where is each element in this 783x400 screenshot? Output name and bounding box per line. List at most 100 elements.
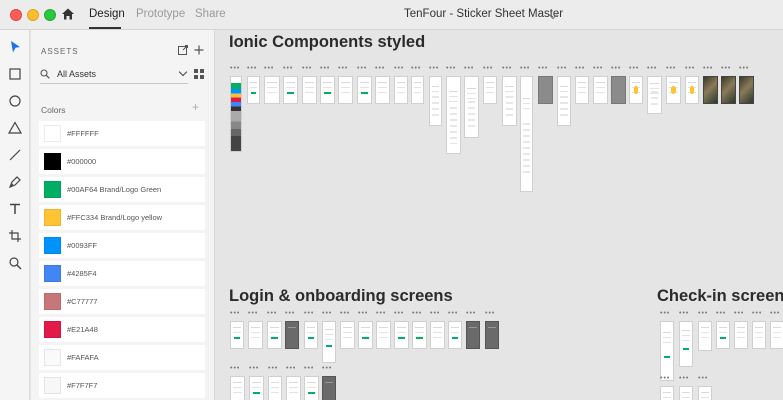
color-swatch-row[interactable]: #F7F7F7 [39, 373, 205, 398]
home-icon[interactable] [61, 7, 75, 21]
artboard-thumbnail[interactable] [429, 76, 442, 126]
artboard-thumbnail[interactable] [264, 76, 280, 104]
add-color-icon[interactable]: + [192, 100, 199, 114]
artboard-thumbnail[interactable] [230, 76, 242, 152]
artboard-thumbnail[interactable] [483, 76, 497, 104]
section-title-login[interactable]: Login & onboarding screens [229, 287, 453, 306]
color-swatch-row[interactable]: #C77777 [39, 289, 205, 314]
artboard-thumbnail[interactable] [302, 76, 317, 104]
assets-filter-select[interactable]: All Assets [40, 66, 188, 84]
add-asset-icon[interactable] [193, 44, 205, 56]
polygon-icon[interactable] [8, 121, 22, 135]
section-title-ionic[interactable]: Ionic Components styled [229, 33, 425, 52]
artboard-thumbnail[interactable] [322, 376, 336, 400]
artboard-thumbnail[interactable] [286, 376, 301, 400]
color-swatch-row[interactable]: #0093FF [39, 233, 205, 258]
artboard-thumbnail[interactable] [304, 321, 318, 349]
artboard-thumbnail[interactable] [698, 386, 712, 400]
artboard-thumbnail[interactable] [485, 321, 499, 349]
artboard-thumbnail[interactable] [247, 76, 260, 104]
artboard-thumbnail[interactable] [249, 376, 264, 400]
artboard-thumbnail[interactable] [338, 76, 353, 104]
artboard-thumbnail[interactable] [412, 321, 427, 349]
color-swatch-row[interactable]: #FAFAFA [39, 345, 205, 370]
artboard-thumbnail[interactable] [340, 321, 355, 349]
ellipse-icon[interactable] [8, 94, 22, 108]
artboard-thumbnail[interactable] [502, 76, 517, 126]
artboard-thumbnail[interactable] [358, 321, 373, 349]
artboard-thumbnail[interactable] [283, 76, 298, 104]
artboard-thumbnail[interactable] [285, 321, 299, 349]
artboard-thumbnail[interactable] [466, 321, 480, 349]
artboard-thumbnail[interactable] [660, 386, 674, 400]
color-swatch-row[interactable]: #000000 [39, 149, 205, 174]
artboard-thumbnail[interactable] [248, 321, 263, 349]
artboard-thumbnail[interactable] [538, 76, 553, 104]
line-icon[interactable] [8, 148, 22, 162]
artboard-thumbnail[interactable] [394, 76, 408, 104]
artboard-thumbnail[interactable] [629, 76, 643, 104]
artboard-thumbnail[interactable] [575, 76, 589, 104]
zoom-icon[interactable] [8, 256, 22, 270]
artboard-thumbnail[interactable] [230, 376, 245, 400]
artboard-thumbnail[interactable] [430, 321, 445, 349]
close-window-button[interactable] [10, 9, 22, 21]
artboard-icon[interactable] [8, 229, 22, 243]
pen-icon[interactable] [8, 175, 22, 189]
rectangle-icon[interactable] [8, 67, 22, 81]
color-chip[interactable] [44, 265, 61, 282]
color-chip[interactable] [44, 321, 61, 338]
artboard-thumbnail[interactable] [666, 76, 681, 104]
color-swatch-row[interactable]: #E21A48 [39, 317, 205, 342]
artboard-thumbnail[interactable] [557, 76, 571, 126]
tab-prototype[interactable]: Prototype [136, 8, 185, 20]
zoom-window-button[interactable] [44, 9, 56, 21]
artboard-thumbnail[interactable] [739, 76, 754, 104]
document-title[interactable]: TenFour - Sticker Sheet Master [404, 8, 563, 20]
minimize-window-button[interactable] [27, 9, 39, 21]
color-swatch-row[interactable]: #FFFFFF [39, 121, 205, 146]
artboard-thumbnail[interactable] [446, 76, 461, 154]
artboard-thumbnail[interactable] [611, 76, 626, 104]
artboard-thumbnail[interactable] [679, 386, 693, 400]
select-icon[interactable] [8, 40, 22, 54]
artboard-thumbnail[interactable] [770, 321, 783, 349]
artboard-thumbnail[interactable] [520, 76, 533, 192]
color-swatch-row[interactable]: #FFC334 Brand/Logo yellow [39, 205, 205, 230]
tab-design[interactable]: Design [89, 8, 125, 20]
tab-share[interactable]: Share [195, 8, 226, 20]
artboard-thumbnail[interactable] [322, 321, 336, 363]
artboard-thumbnail[interactable] [716, 321, 730, 349]
artboard-thumbnail[interactable] [375, 76, 390, 104]
artboard-thumbnail[interactable] [394, 321, 409, 349]
artboard-thumbnail[interactable] [593, 76, 608, 104]
export-library-icon[interactable] [177, 44, 189, 56]
color-chip[interactable] [44, 349, 61, 366]
artboard-thumbnail[interactable] [679, 321, 693, 367]
artboard-thumbnail[interactable] [685, 76, 699, 104]
color-chip[interactable] [44, 153, 61, 170]
color-chip[interactable] [44, 125, 61, 142]
artboard-thumbnail[interactable] [752, 321, 766, 349]
artboard-thumbnail[interactable] [376, 321, 391, 349]
artboard-thumbnail[interactable] [703, 76, 718, 104]
artboard-thumbnail[interactable] [698, 321, 712, 351]
artboard-thumbnail[interactable] [304, 376, 319, 400]
color-swatch-row[interactable]: #4285F4 [39, 261, 205, 286]
artboard-thumbnail[interactable] [448, 321, 462, 349]
artboard-thumbnail[interactable] [647, 76, 662, 114]
color-swatch-row[interactable]: #00AF64 Brand/Logo Green [39, 177, 205, 202]
color-chip[interactable] [44, 293, 61, 310]
artboard-thumbnail[interactable] [320, 76, 335, 104]
artboard-thumbnail[interactable] [268, 376, 282, 400]
artboard-thumbnail[interactable] [734, 321, 748, 349]
artboard-thumbnail[interactable] [721, 76, 736, 104]
artboard-thumbnail[interactable] [464, 76, 479, 138]
artboard-thumbnail[interactable] [357, 76, 372, 104]
color-chip[interactable] [44, 209, 61, 226]
artboard-thumbnail[interactable] [411, 76, 424, 104]
color-chip[interactable] [44, 237, 61, 254]
artboard-thumbnail[interactable] [267, 321, 282, 349]
section-title-checkin[interactable]: Check-in screen [657, 287, 783, 306]
grid-view-icon[interactable] [194, 69, 204, 79]
